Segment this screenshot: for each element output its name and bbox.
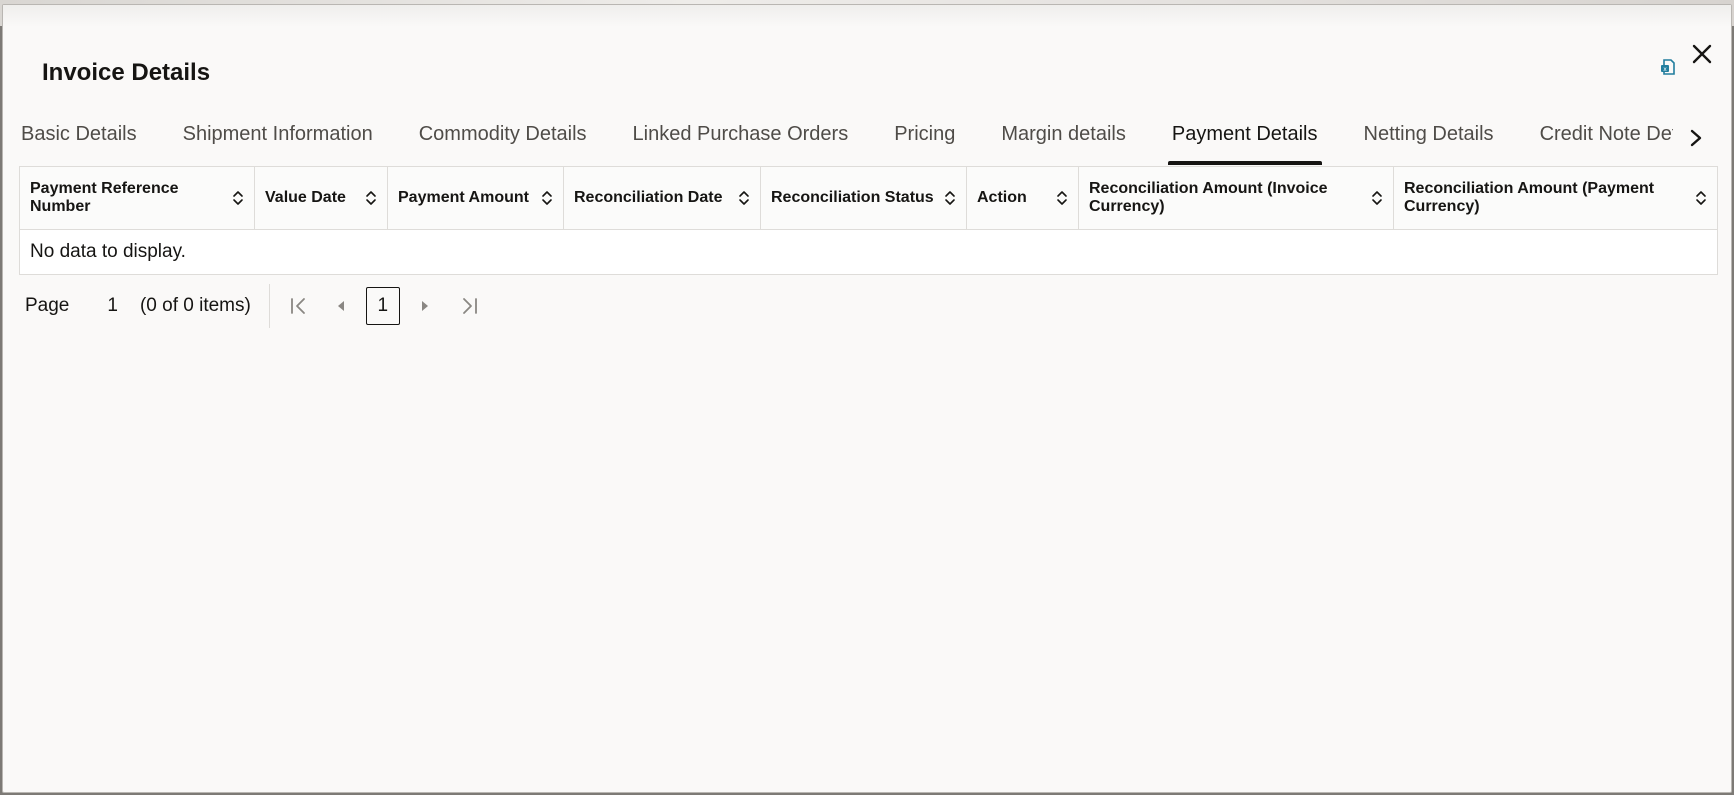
column-header[interactable]: Value Date	[254, 166, 388, 230]
column-header-label: Reconciliation Amount (Invoice Currency)	[1089, 180, 1328, 215]
sort-icon[interactable]	[944, 190, 956, 206]
dialog-title: Invoice Details	[42, 59, 211, 86]
tab-payment-details[interactable]: Payment Details	[1167, 117, 1322, 165]
table-row: No data to display.	[19, 229, 1718, 275]
column-header-label: Payment Amount	[398, 189, 529, 206]
column-header-label: Reconciliation Status	[771, 189, 934, 206]
column-header[interactable]: Reconciliation Status	[760, 166, 967, 230]
column-header-label: Payment Reference Number	[30, 180, 179, 215]
page-label: Page	[25, 295, 70, 316]
tab-pricing[interactable]: Pricing	[894, 117, 955, 165]
column-header[interactable]: Payment Amount	[387, 166, 564, 230]
sort-icon[interactable]	[738, 190, 750, 206]
chevron-right-icon[interactable]	[1679, 121, 1713, 155]
pagination-divider	[268, 284, 270, 328]
empty-message: No data to display.	[19, 229, 1718, 275]
table-header-row: Payment Reference Number Value Date Paym…	[19, 166, 1718, 230]
invoice-details-dialog: Invoice Details x Basic Details Shipment…	[2, 4, 1732, 793]
sort-icon[interactable]	[232, 190, 244, 206]
tab-commodity-details[interactable]: Commodity Details	[419, 117, 587, 165]
column-header-label: Reconciliation Date	[574, 189, 723, 206]
sort-icon[interactable]	[541, 190, 553, 206]
payment-details-table: Payment Reference Number Value Date Paym…	[19, 166, 1718, 275]
tab-linked-purchase-orders[interactable]: Linked Purchase Orders	[633, 117, 849, 165]
first-page-icon[interactable]	[282, 289, 316, 323]
column-header-label: Value Date	[265, 189, 346, 206]
sort-icon[interactable]	[365, 190, 377, 206]
export-icon[interactable]: x	[1659, 57, 1679, 77]
sort-icon[interactable]	[1695, 190, 1707, 206]
items-count: (0 of 0 items)	[139, 295, 251, 316]
tab-bar: Basic Details Shipment Information Commo…	[3, 117, 1673, 167]
column-header-label: Reconciliation Amount (Payment Currency)	[1404, 180, 1655, 215]
column-header[interactable]: Payment Reference Number	[19, 166, 255, 230]
sort-icon[interactable]	[1371, 190, 1383, 206]
dialog-header-bar	[3, 5, 1731, 27]
tab-margin-details[interactable]: Margin details	[1001, 117, 1126, 165]
column-header[interactable]: Reconciliation Amount (Invoice Currency)	[1078, 166, 1394, 230]
next-page-icon[interactable]	[408, 289, 442, 323]
sort-icon[interactable]	[1056, 190, 1068, 206]
close-icon[interactable]	[1687, 39, 1717, 69]
column-header[interactable]: Reconciliation Date	[563, 166, 761, 230]
tab-netting-details[interactable]: Netting Details	[1364, 117, 1494, 165]
pagination: Page 1 (0 of 0 items) 1	[25, 284, 486, 328]
previous-page-icon[interactable]	[324, 289, 358, 323]
column-header[interactable]: Reconciliation Amount (Payment Currency)	[1393, 166, 1718, 230]
svg-text:x: x	[1663, 66, 1667, 73]
current-page-button[interactable]: 1	[365, 287, 400, 325]
last-page-icon[interactable]	[452, 289, 486, 323]
page-number-value[interactable]: 1	[107, 295, 118, 317]
tab-basic-details[interactable]: Basic Details	[21, 117, 137, 165]
column-header[interactable]: Action	[966, 166, 1079, 230]
column-header-label: Action	[977, 189, 1027, 206]
tab-credit-note-details[interactable]: Credit Note Det	[1540, 117, 1673, 165]
tab-shipment-information[interactable]: Shipment Information	[183, 117, 373, 165]
